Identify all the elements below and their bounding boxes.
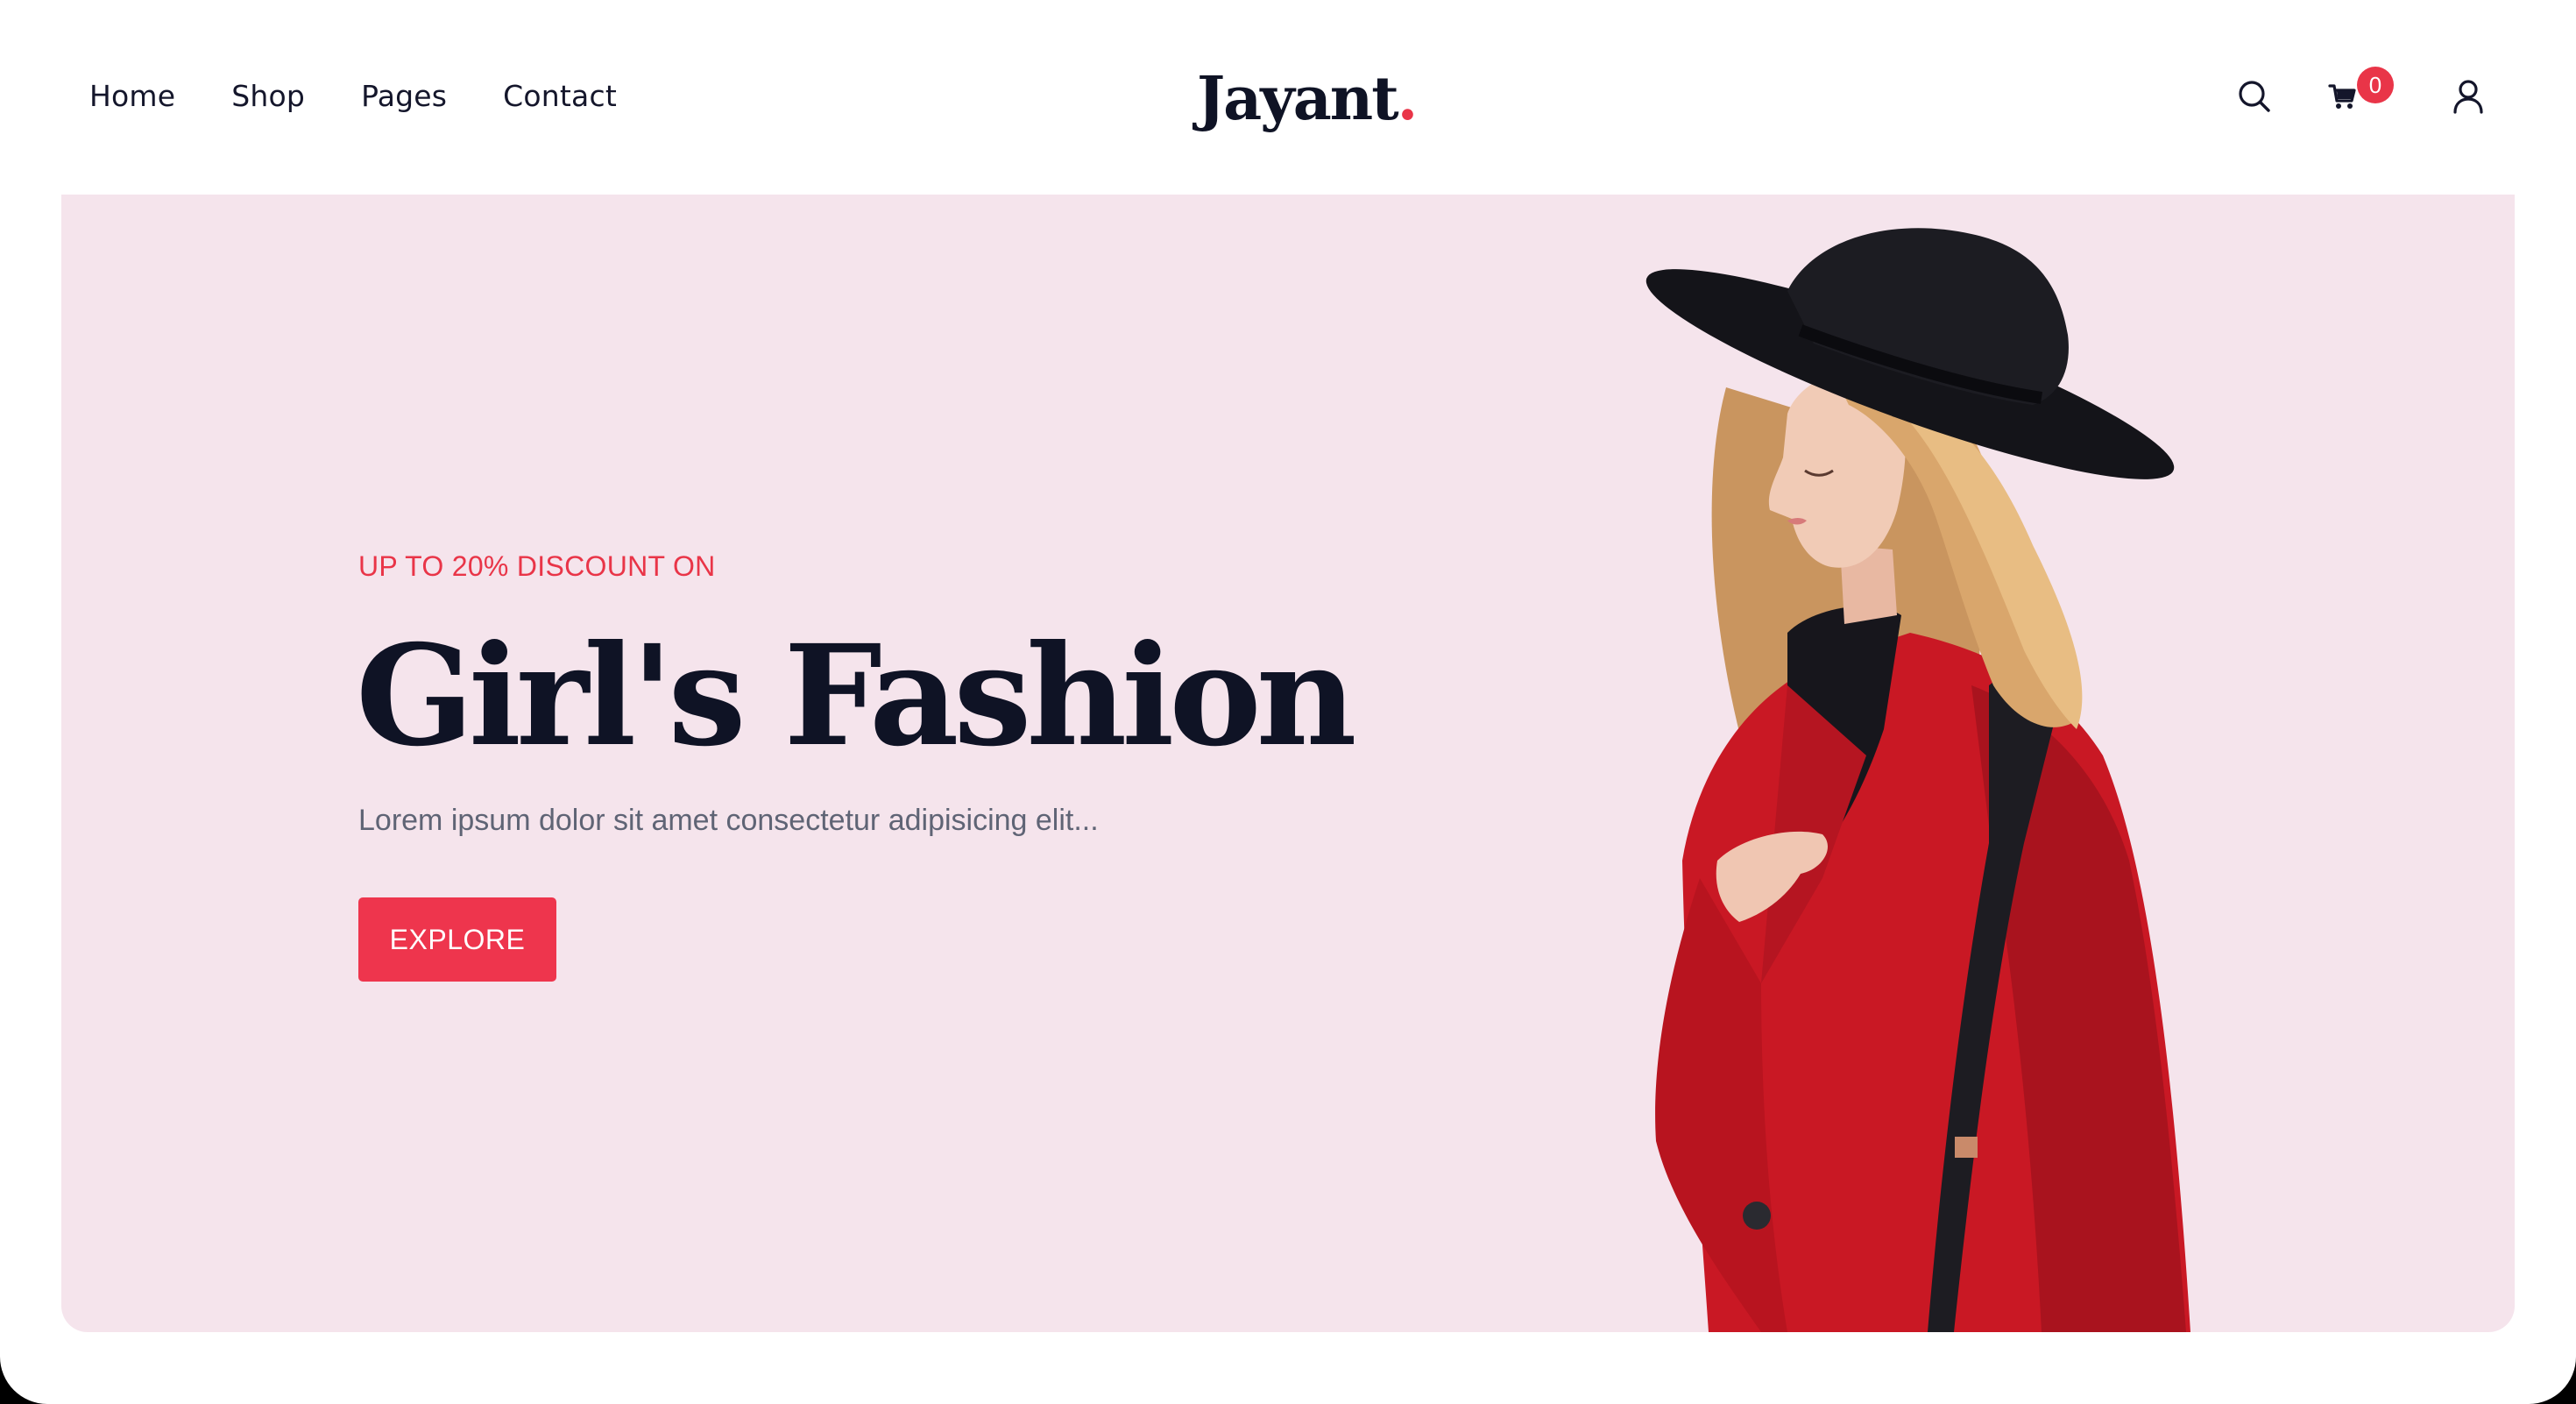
storefront-page: Home Shop Pages Contact Jayant. 0 UP TO …	[0, 0, 2576, 1404]
hero-banner: UP TO 20% DISCOUNT ON Girl's Fashion Lor…	[61, 195, 2515, 1332]
explore-button[interactable]: EXPLORE	[358, 897, 556, 982]
site-header: Home Shop Pages Contact Jayant. 0	[0, 0, 2576, 193]
hero-eyebrow: UP TO 20% DISCOUNT ON	[358, 550, 716, 582]
search-icon[interactable]	[2235, 77, 2274, 116]
nav-home-link[interactable]: Home	[89, 75, 175, 117]
brand-dot: .	[1397, 64, 1419, 134]
hero-subtitle: Lorem ipsum dolor sit amet consectetur a…	[358, 804, 1099, 837]
nav-pages-link[interactable]: Pages	[361, 75, 447, 117]
hero-title: Girl's Fashion	[356, 615, 1357, 777]
cart-count-badge: 0	[2357, 67, 2394, 103]
nav-shop-link[interactable]: Shop	[231, 75, 305, 117]
brand-logo[interactable]: Jayant.	[1197, 60, 1419, 138]
hero-model-image	[1645, 228, 2190, 1332]
nav-contact-link[interactable]: Contact	[503, 75, 617, 117]
user-icon[interactable]	[2449, 77, 2488, 116]
brand-name: Jayant	[1197, 64, 1399, 134]
main-nav: Home Shop Pages Contact	[89, 75, 617, 117]
